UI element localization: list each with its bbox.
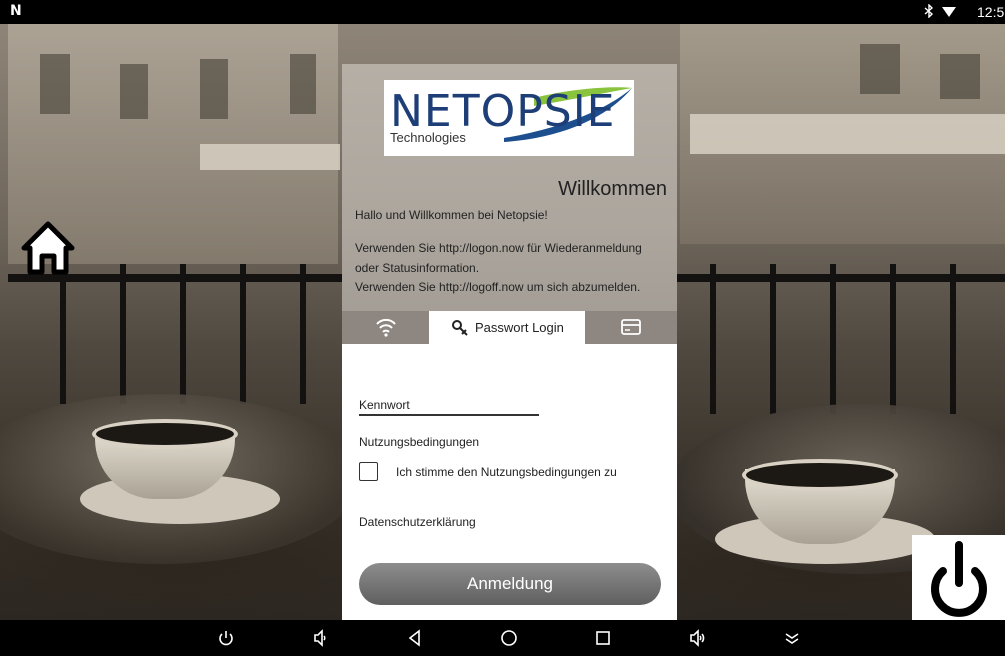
welcome-greeting: Hallo und Willkommen bei Netopsie!	[355, 208, 548, 222]
card-icon	[621, 319, 641, 335]
power-icon[interactable]	[214, 626, 238, 650]
home-icon[interactable]	[20, 220, 76, 276]
notification-icon: N	[10, 3, 22, 19]
welcome-info-line3: Verwenden Sie http://logoff.now um sich …	[355, 280, 641, 294]
terms-checkbox[interactable]	[359, 462, 378, 481]
welcome-info-line2: oder Statusinformation.	[355, 261, 480, 275]
tab-password-login[interactable]: Passwort Login	[429, 311, 585, 344]
bluetooth-icon	[924, 3, 934, 21]
status-bar: N 12:57	[0, 0, 1005, 24]
collapse-icon[interactable]	[780, 626, 804, 650]
logo-subtitle: Technologies	[390, 130, 466, 145]
volume-down-icon[interactable]	[308, 626, 332, 650]
volume-up-icon[interactable]	[686, 626, 710, 650]
privacy-link[interactable]: Datenschutzerklärung	[359, 515, 476, 529]
welcome-info-line1: Verwenden Sie http://logon.now für Wiede…	[355, 241, 642, 255]
home-circle-icon[interactable]	[497, 626, 521, 650]
clock: 12:57	[977, 4, 1005, 20]
power-button[interactable]	[912, 535, 1005, 620]
terms-checkbox-label[interactable]: Ich stimme den Nutzungsbedingungen zu	[396, 465, 617, 479]
key-icon	[452, 320, 468, 336]
password-field[interactable]	[359, 390, 539, 414]
recents-icon[interactable]	[591, 626, 615, 650]
tab-wifi[interactable]	[342, 311, 429, 344]
power-icon	[931, 541, 987, 617]
password-underline	[359, 414, 539, 416]
back-icon[interactable]	[403, 626, 427, 650]
terms-heading: Nutzungsbedingungen	[359, 435, 480, 449]
login-button[interactable]: Anmeldung	[359, 563, 661, 605]
tab-card[interactable]	[585, 311, 677, 344]
netopsie-logo: NETOPSIE Technologies	[384, 80, 634, 156]
login-tabs: Passwort Login	[342, 311, 677, 344]
navigation-bar	[0, 620, 1005, 656]
wifi-icon	[376, 318, 396, 337]
wifi-icon	[942, 7, 956, 17]
tab-password-label: Passwort Login	[475, 320, 564, 335]
welcome-title: Willkommen	[558, 178, 667, 200]
login-form: Kennwort Nutzungsbedingungen Ich stimme …	[342, 344, 677, 620]
